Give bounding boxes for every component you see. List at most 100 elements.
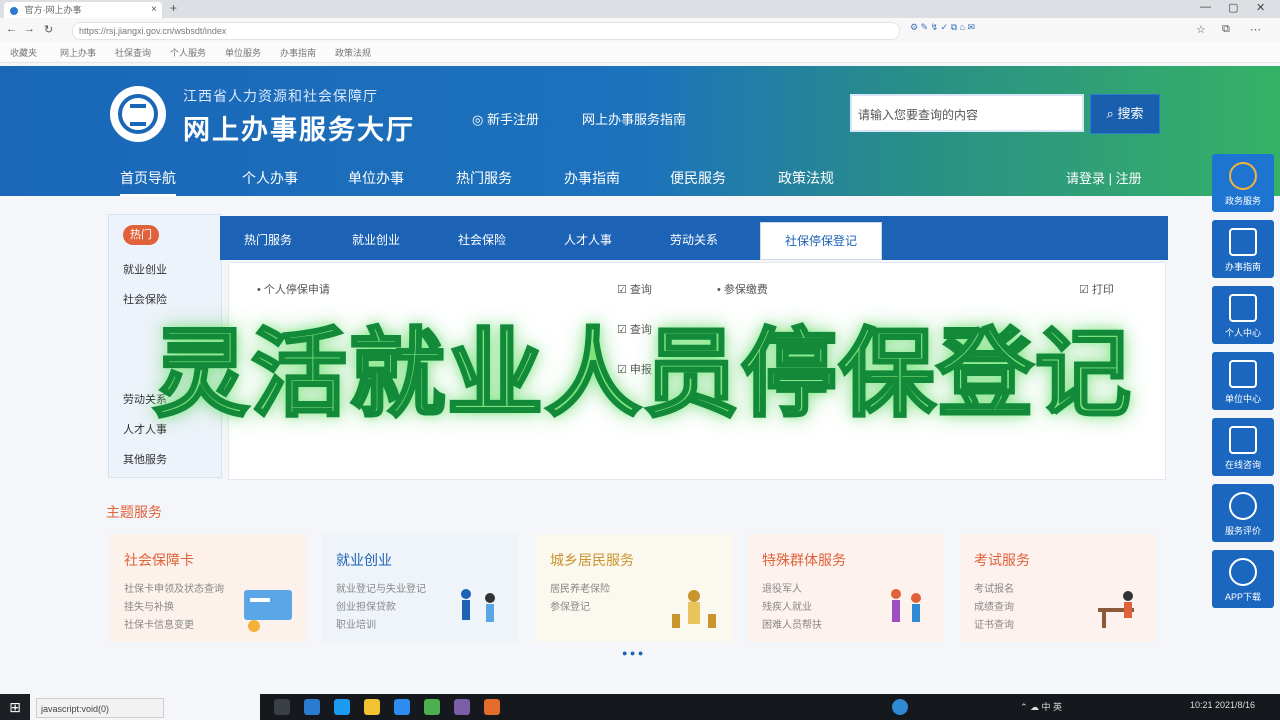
card-line[interactable]: 困难人员帮扶: [762, 616, 822, 631]
side-item[interactable]: 就业创业: [123, 261, 167, 277]
windows-start-icon[interactable]: ⊞: [0, 694, 30, 720]
card-line[interactable]: 考试报名: [974, 580, 1014, 595]
site-logo-icon[interactable]: [110, 86, 166, 142]
search-input[interactable]: 请输入您要查询的内容: [850, 94, 1084, 132]
card-title: 考试服务: [974, 552, 1030, 568]
bookmark-item[interactable]: 政策法规: [335, 46, 371, 59]
bookmark-item[interactable]: 收藏夹: [10, 46, 37, 59]
rail-button[interactable]: 政务服务: [1212, 154, 1274, 212]
window-close-icon[interactable]: ✕: [1256, 1, 1265, 14]
folder-icon[interactable]: [364, 699, 380, 715]
content-item[interactable]: ☑ 查询: [617, 281, 652, 297]
rail-button[interactable]: 个人中心: [1212, 286, 1274, 344]
rail-button[interactable]: APP下载: [1212, 550, 1274, 608]
unit-center-icon: [1229, 360, 1257, 388]
register-link[interactable]: ◎ 新手注册: [472, 109, 539, 128]
content-tab-active[interactable]: 社保停保登记: [760, 222, 882, 260]
rail-button[interactable]: 办事指南: [1212, 220, 1274, 278]
card-line[interactable]: 职业培训: [336, 616, 376, 631]
content-item[interactable]: • 个人停保申请: [257, 281, 330, 297]
bookmark-item[interactable]: 网上办事: [60, 46, 96, 59]
bookmarks-bar: 收藏夹 网上办事 社保查询 个人服务 单位服务 办事指南 政策法规: [0, 42, 1280, 63]
content-item[interactable]: • 参保缴费: [717, 281, 768, 297]
content-tab[interactable]: 热门服务: [244, 231, 292, 248]
rail-button[interactable]: 在线咨询: [1212, 418, 1274, 476]
search-button[interactable]: ⌕ 搜索: [1090, 94, 1160, 134]
browser-icon[interactable]: [394, 699, 410, 715]
section-title: 主题服务: [106, 504, 162, 520]
clock[interactable]: 10:21 2021/8/16: [1190, 700, 1255, 710]
nav-item[interactable]: 单位办事: [348, 168, 404, 188]
app-icon[interactable]: [454, 699, 470, 715]
rail-label: 办事指南: [1224, 262, 1261, 272]
nav-item[interactable]: 办事指南: [564, 168, 620, 188]
side-item[interactable]: 其他服务: [123, 451, 167, 467]
card-line[interactable]: 创业担保贷款: [336, 598, 396, 613]
minimize-icon[interactable]: —: [1200, 1, 1211, 13]
content-tab[interactable]: 就业创业: [352, 231, 400, 248]
card-line[interactable]: 挂失与补换: [124, 598, 174, 613]
card-line[interactable]: 社保卡申领及状态查询: [124, 580, 224, 595]
card-line[interactable]: 残疾人就业: [762, 598, 812, 613]
service-card[interactable]: 就业创业 就业登记与失业登记 创业担保贷款 职业培训: [322, 534, 518, 642]
nav-item[interactable]: 政策法规: [778, 168, 834, 188]
content-tab[interactable]: 人才人事: [564, 231, 612, 248]
service-card[interactable]: 特殊群体服务 退役军人 残疾人就业 困难人员帮扶: [748, 534, 944, 642]
collections-icon[interactable]: ⧉: [1222, 23, 1230, 36]
card-line[interactable]: 成绩查询: [974, 598, 1014, 613]
job-illustration-icon: [461, 589, 495, 622]
tray-icons[interactable]: ⌃ ☁ 中 英: [1020, 700, 1062, 713]
wechat-icon[interactable]: [424, 699, 440, 715]
back-icon[interactable]: ←: [6, 23, 17, 35]
help-link[interactable]: 网上办事服务指南: [582, 109, 686, 128]
extension-icons[interactable]: ⚙ ✎ ↯ ✓ ⧉ ⌂ ✉: [910, 22, 1055, 38]
side-panel-badge[interactable]: 热门: [123, 225, 159, 245]
menu-icon[interactable]: ⋯: [1250, 23, 1261, 36]
rail-button[interactable]: 单位中心: [1212, 352, 1274, 410]
card-line[interactable]: 参保登记: [550, 598, 590, 613]
browser-tab[interactable]: 官方·网上办事 ×: [4, 2, 162, 18]
card-line[interactable]: 社保卡信息变更: [124, 616, 194, 631]
rail-button[interactable]: 服务评价: [1212, 484, 1274, 542]
login-register-link[interactable]: 请登录 | 注册: [1066, 168, 1142, 187]
card-line[interactable]: 居民养老保险: [550, 580, 610, 595]
consult-icon: [1229, 426, 1257, 454]
chrome-icon[interactable]: [484, 699, 500, 715]
new-tab-icon[interactable]: +: [170, 1, 177, 15]
card-line[interactable]: 就业登记与失业登记: [336, 580, 426, 595]
url-input[interactable]: https://rsj.jiangxi.gov.cn/wsbsdt/index: [72, 22, 900, 40]
bookmark-item[interactable]: 办事指南: [280, 46, 316, 59]
carousel-pager[interactable]: ● ● ●: [622, 648, 643, 658]
content-tab[interactable]: 劳动关系: [670, 231, 718, 248]
site-title: 网上办事服务大厅: [183, 115, 415, 145]
rail-label: 政务服务: [1224, 196, 1261, 206]
forward-icon[interactable]: →: [24, 23, 35, 35]
browser-tab-title: 官方·网上办事: [24, 5, 82, 15]
card-line[interactable]: 证书查询: [974, 616, 1014, 631]
rail-label: 单位中心: [1224, 394, 1261, 404]
service-card[interactable]: 考试服务 考试报名 成绩查询 证书查询: [960, 534, 1156, 642]
content-tab-bar: 热门服务 就业创业 社会保险 人才人事 劳动关系 社保停保登记: [220, 216, 1168, 260]
edge-icon[interactable]: [304, 699, 320, 715]
content-tab[interactable]: 社会保险: [458, 231, 506, 248]
nav-item[interactable]: 个人办事: [242, 168, 298, 188]
card-line[interactable]: 退役军人: [762, 580, 802, 595]
nav-item-home[interactable]: 首页导航: [120, 168, 176, 197]
favorites-icon[interactable]: ☆: [1196, 23, 1206, 36]
app-icon[interactable]: [334, 699, 350, 715]
bookmark-item[interactable]: 单位服务: [225, 46, 261, 59]
bookmark-item[interactable]: 个人服务: [170, 46, 206, 59]
taskbar: ⌃ ☁ 中 英 10:21 2021/8/16: [260, 694, 1280, 720]
reload-icon[interactable]: ↻: [44, 23, 53, 36]
maximize-icon[interactable]: ▢: [1228, 1, 1238, 14]
card-title: 社会保障卡: [124, 552, 194, 568]
bookmark-item[interactable]: 社保查询: [115, 46, 151, 59]
nav-item[interactable]: 便民服务: [670, 168, 726, 188]
close-tab-icon[interactable]: ×: [151, 2, 157, 18]
globe-icon[interactable]: [892, 699, 908, 715]
nav-item[interactable]: 热门服务: [456, 168, 512, 188]
content-item[interactable]: ☑ 打印: [1079, 281, 1114, 297]
task-view-icon[interactable]: [274, 699, 290, 715]
service-card[interactable]: 城乡居民服务 居民养老保险 参保登记: [536, 534, 732, 642]
service-card[interactable]: 社会保障卡 社保卡申领及状态查询 挂失与补换 社保卡信息变更: [110, 534, 306, 642]
